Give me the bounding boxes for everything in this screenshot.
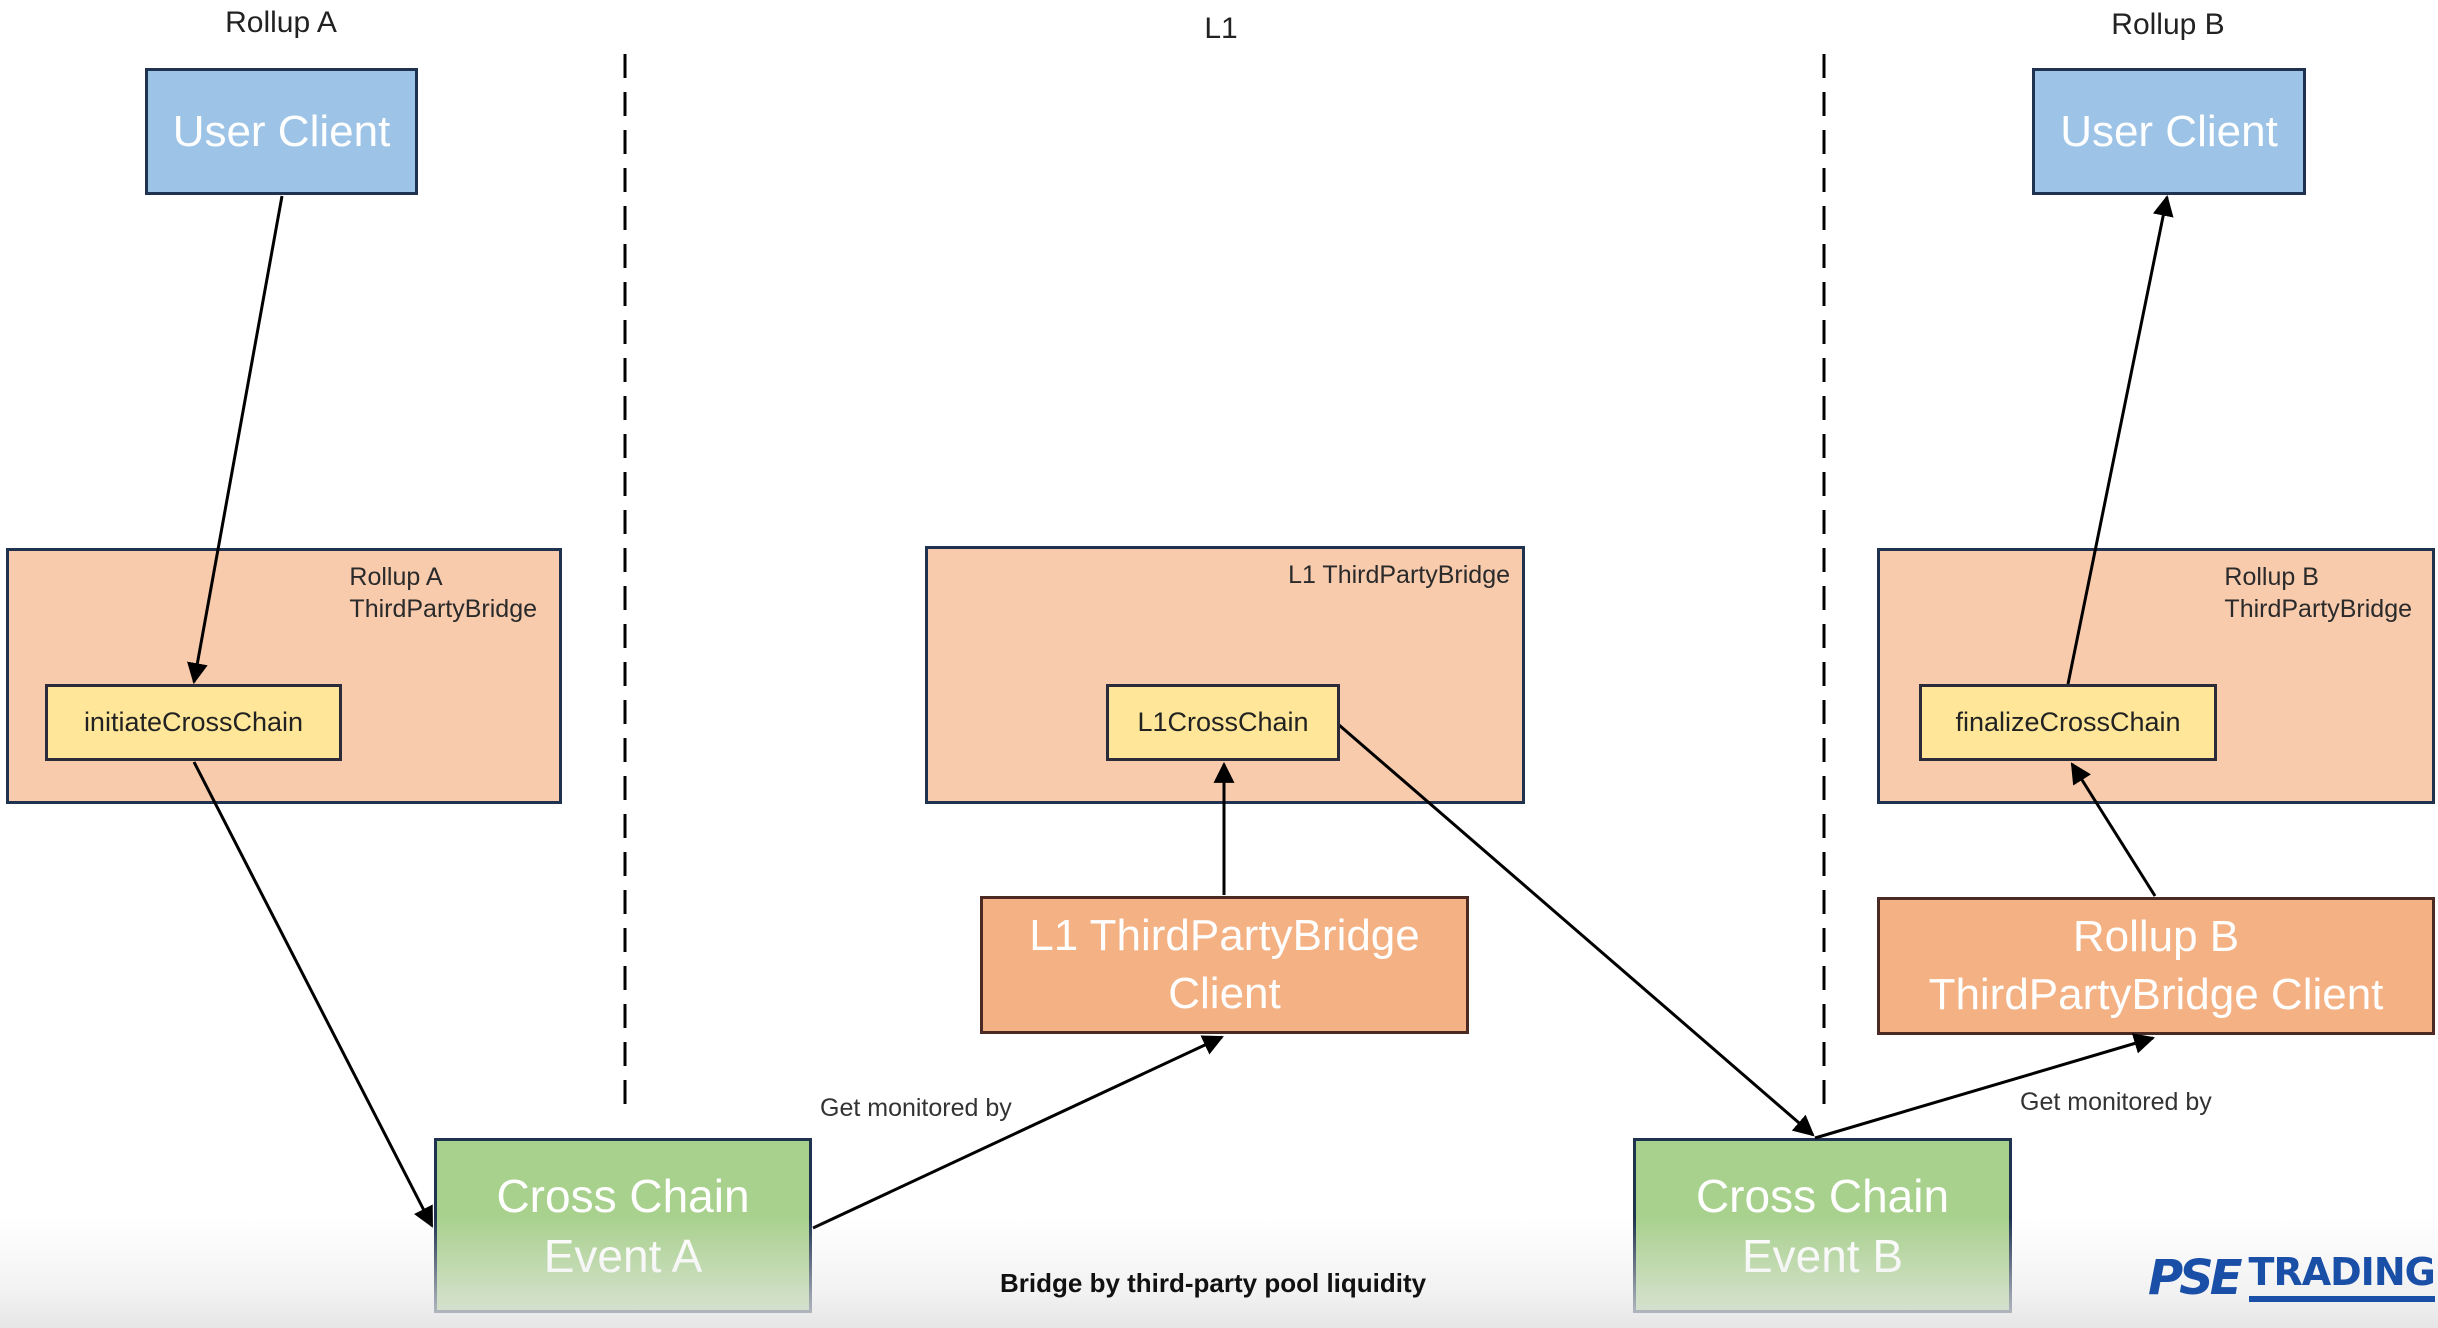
rollup-a-third-party-bridge: Rollup A ThirdPartyBridge xyxy=(6,548,562,804)
cross-chain-event-a: Cross Chain Event A xyxy=(434,1138,812,1313)
l1-client-label-line2: Client xyxy=(1168,969,1281,1018)
l1-bridge-title: L1 ThirdPartyBridge xyxy=(1288,561,1510,589)
rollup-a-bridge-title-line2: ThirdPartyBridge xyxy=(349,595,537,623)
l1-client-label-line1: L1 ThirdPartyBridge xyxy=(1029,911,1420,960)
user-client-rollup-a: User Client xyxy=(145,68,418,195)
l1-cross-chain-function: L1CrossChain xyxy=(1106,684,1340,761)
edge-label-monitored-a: Get monitored by xyxy=(820,1094,1012,1122)
pse-logo-mark: PSE xyxy=(2148,1250,2243,1306)
l1-cross-chain-label: L1CrossChain xyxy=(1137,707,1309,737)
l1-third-party-bridge: L1 ThirdPartyBridge xyxy=(925,546,1525,804)
initiate-cross-chain-label: initiateCrossChain xyxy=(83,707,304,737)
edge-event-a-to-l1-client xyxy=(812,1035,1224,1230)
user-client-rollup-b-label: User Client xyxy=(2060,106,2278,156)
event-a-label-line1: Cross Chain xyxy=(496,1169,750,1222)
event-b-label-line1: Cross Chain xyxy=(1695,1169,1950,1222)
rollup-a-bridge-title: Rollup A ThirdPartyBridge xyxy=(349,551,549,625)
logo-underline xyxy=(2248,1296,2435,1302)
zone-label-l1: L1 xyxy=(1204,12,1238,45)
event-b-label: Cross Chain Event B xyxy=(1696,1166,1949,1286)
edge-initiate-to-event-a xyxy=(192,761,434,1228)
rollup-b-client-label: Rollup B ThirdPartyBridge Client xyxy=(1929,908,2384,1024)
event-a-label: Cross Chain Event A xyxy=(496,1166,749,1286)
finalize-cross-chain-function: finalizeCrossChain xyxy=(1919,684,2217,761)
event-a-label-line2: Event A xyxy=(543,1229,703,1282)
rollup-b-client-label-line2: ThirdPartyBridge Client xyxy=(1928,970,2384,1019)
rollup-b-bridge-title-line2: ThirdPartyBridge xyxy=(2224,595,2412,623)
logo-word: TRADING xyxy=(2248,1250,2436,1294)
rollup-b-client-label-line1: Rollup B xyxy=(2072,912,2240,961)
pse-trading-logo: PSE TRADING xyxy=(2148,1250,2436,1310)
cross-chain-event-b: Cross Chain Event B xyxy=(1633,1138,2012,1313)
rollup-b-bridge-title: Rollup B ThirdPartyBridge xyxy=(2224,551,2424,625)
logo-wordmark: TRADING xyxy=(2248,1250,2436,1302)
l1-third-party-bridge-client: L1 ThirdPartyBridge Client xyxy=(980,896,1469,1034)
rollup-b-third-party-bridge-client: Rollup B ThirdPartyBridge Client xyxy=(1877,897,2435,1035)
rollup-a-bridge-title-line1: Rollup A xyxy=(349,563,443,591)
zone-label-rollup-b: Rollup B xyxy=(2111,8,2225,41)
zone-label-rollup-a: Rollup A xyxy=(225,6,337,39)
user-client-rollup-a-label: User Client xyxy=(172,106,391,156)
event-b-label-line2: Event B xyxy=(1741,1229,1904,1282)
rollup-b-third-party-bridge: Rollup B ThirdPartyBridge xyxy=(1877,548,2435,804)
edge-label-monitored-b: Get monitored by xyxy=(2020,1088,2212,1116)
l1-client-label: L1 ThirdPartyBridge Client xyxy=(1029,907,1420,1023)
finalize-cross-chain-label: finalizeCrossChain xyxy=(1955,707,2181,737)
initiate-cross-chain-function: initiateCrossChain xyxy=(45,684,342,761)
rollup-b-bridge-title-line1: Rollup B xyxy=(2224,563,2319,591)
diagram-caption: Bridge by third-party pool liquidity xyxy=(1000,1268,1427,1298)
user-client-rollup-b: User Client xyxy=(2032,68,2306,195)
